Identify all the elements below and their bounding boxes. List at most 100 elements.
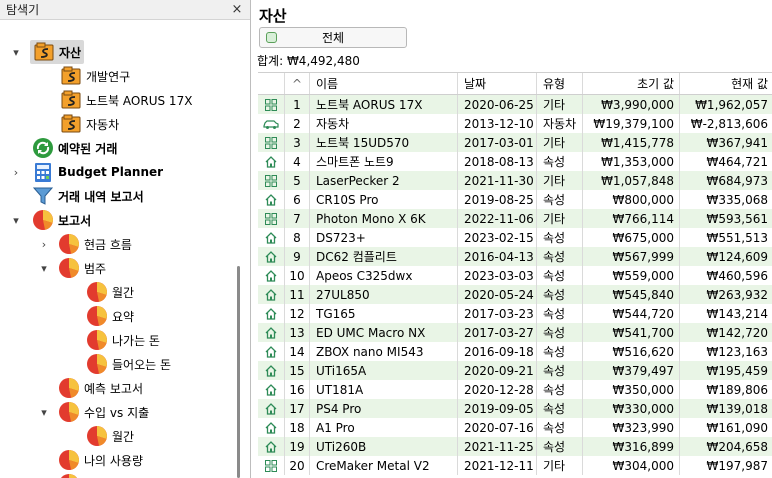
asset-name: DS723+ xyxy=(310,228,458,247)
tree-item[interactable]: 개발연구 xyxy=(60,64,130,88)
table-row[interactable]: 12 TG165 2017-03-23 속성 ₩544,720 ₩143,214 xyxy=(258,304,772,323)
tree-toggle-icon[interactable]: ▾ xyxy=(38,400,56,424)
row-asset-icon-cell xyxy=(258,361,285,380)
tree-item[interactable]: 나가는 돈 xyxy=(86,328,160,352)
asset-current-value: ₩195,459 xyxy=(706,363,769,378)
column-header-sort[interactable]: ^ xyxy=(285,73,310,94)
house-asset-icon xyxy=(265,326,277,339)
grid-asset-icon xyxy=(265,136,277,149)
asset-initial-value: ₩766,114 xyxy=(583,209,680,228)
tree-toggle-icon[interactable]: › xyxy=(10,160,28,184)
tree-item-label: 나가는 돈 xyxy=(112,333,160,348)
asset-name: 노트북 AORUS 17X xyxy=(310,95,458,114)
table-row[interactable]: 17 PS4 Pro 2019-09-05 속성 ₩330,000 ₩139,018 xyxy=(258,399,772,418)
table-row[interactable]: 13 ED UMC Macro NX 2017-03-27 속성 ₩541,700 ₩14… xyxy=(258,323,772,342)
asset-initial-value: ₩559,000 xyxy=(583,266,680,285)
asset-folder-icon xyxy=(33,41,55,63)
column-header-name[interactable]: 이름 xyxy=(310,73,458,94)
total-summary: 합계: ₩4,492,480 xyxy=(257,54,360,68)
pie-chart-icon xyxy=(58,377,80,399)
table-row[interactable]: 5 LaserPecker 2 2021-11-30 기타 ₩1,057,848 ₩684… xyxy=(258,171,772,190)
asset-type: 자동차 xyxy=(537,114,583,133)
tree-item[interactable]: 수취인 xyxy=(58,472,117,478)
tree-item[interactable]: 거래 내역 보고서 xyxy=(32,184,144,208)
row-number: 9 xyxy=(285,247,310,266)
asset-initial-value: ₩1,057,848 xyxy=(583,171,680,190)
tree-item-content: 노트북 AORUS 17X xyxy=(60,89,192,111)
tree-item[interactable]: 자동차 xyxy=(60,112,119,136)
asset-current-value: ₩142,720 xyxy=(706,325,769,340)
tree-item[interactable]: 수입 vs 지출 xyxy=(58,400,149,424)
table-row[interactable]: 6 CR10S Pro 2019-08-25 속성 ₩800,000 ₩335,068 xyxy=(258,190,772,209)
asset-date: 2021-11-25 xyxy=(458,437,537,456)
asset-current-value: ₩684,973 xyxy=(706,173,769,188)
table-row[interactable]: 20 CreMaker Metal V2 2021-12-11 기타 ₩304,000 ₩… xyxy=(258,456,772,475)
tree-item[interactable]: 현금 흐름 xyxy=(58,232,132,256)
asset-date: 2021-12-11 xyxy=(458,456,537,475)
tree-toggle-icon[interactable]: › xyxy=(38,232,56,256)
row-asset-icon-cell xyxy=(258,209,285,228)
table-row[interactable]: 15 UTi165A 2020-09-21 속성 ₩379,497 ₩195,459 xyxy=(258,361,772,380)
row-number: 7 xyxy=(285,209,310,228)
tree-toggle-icon[interactable]: ▾ xyxy=(38,256,56,280)
pie-chart-icon xyxy=(32,209,54,231)
asset-initial-value: ₩541,700 xyxy=(583,323,680,342)
assets-panel: 자산 전체 합계: ₩4,492,480 ^ 이름 날짜 유형 초기 값 현재 … xyxy=(252,0,772,478)
asset-current-value: ₩464,721 xyxy=(706,154,769,169)
tree-item[interactable]: Budget Planner xyxy=(32,160,163,184)
row-asset-icon-cell xyxy=(258,342,285,361)
tree-item[interactable]: 월간 xyxy=(86,424,134,448)
row-asset-icon-cell xyxy=(258,190,285,209)
row-asset-icon-cell xyxy=(258,323,285,342)
table-row[interactable]: 19 UTi260B 2021-11-25 속성 ₩316,899 ₩204,658 xyxy=(258,437,772,456)
table-row[interactable]: 4 스마트폰 노트9 2018-08-13 속성 ₩1,353,000 ₩464,721 xyxy=(258,152,772,171)
table-row[interactable]: 9 DC62 컴플리트 2016-04-13 속성 ₩567,999 ₩124,609 xyxy=(258,247,772,266)
table-header: ^ 이름 날짜 유형 초기 값 현재 값 xyxy=(258,73,772,95)
asset-folder-icon xyxy=(60,89,82,111)
asset-initial-value: ₩330,000 xyxy=(583,399,680,418)
table-row[interactable]: 3 노트북 15UD570 2017-03-01 기타 ₩1,415,778 ₩367,9… xyxy=(258,133,772,152)
tree-item[interactable]: 자산 xyxy=(30,40,85,64)
column-header-initial-value[interactable]: 초기 값 xyxy=(583,73,680,94)
navigator-scrollbar[interactable] xyxy=(237,266,240,478)
asset-type: 속성 xyxy=(537,418,583,437)
table-row[interactable]: 11 27UL850 2020-05-24 속성 ₩545,840 ₩263,932 xyxy=(258,285,772,304)
tree-toggle-icon[interactable]: ▾ xyxy=(10,40,28,64)
table-row[interactable]: 1 노트북 AORUS 17X 2020-06-25 기타 ₩3,990,000 ₩1,9… xyxy=(258,95,772,114)
asset-name: ZBOX nano MI543 xyxy=(310,342,458,361)
tree-item[interactable]: 나의 사용량 xyxy=(58,448,143,472)
tree-item[interactable]: 범주 xyxy=(58,256,106,280)
asset-current-value: ₩263,932 xyxy=(706,287,769,302)
column-header-type[interactable]: 유형 xyxy=(537,73,583,94)
asset-current-value: ₩143,214 xyxy=(706,306,769,321)
table-row[interactable]: 10 Apeos C325dwx 2023-03-03 속성 ₩559,000 ₩460,… xyxy=(258,266,772,285)
column-header-current-value[interactable]: 현재 값 xyxy=(680,73,772,94)
close-icon[interactable]: × xyxy=(230,2,244,17)
tree-item[interactable]: 들어오는 돈 xyxy=(86,352,171,376)
asset-type: 속성 xyxy=(537,323,583,342)
tree-item[interactable]: 월간 xyxy=(86,280,134,304)
table-row[interactable]: 8 DS723+ 2023-02-15 속성 ₩675,000 ₩551,513 xyxy=(258,228,772,247)
filter-all-button[interactable]: 전체 xyxy=(259,27,407,48)
asset-date: 2020-06-25 xyxy=(458,95,537,114)
asset-name: Photon Mono X 6K xyxy=(310,209,458,228)
assets-table: ^ 이름 날짜 유형 초기 값 현재 값 1 노트북 AORUS 17X 2020-… xyxy=(258,72,772,475)
tree-toggle-icon[interactable]: ▾ xyxy=(10,208,28,232)
table-row[interactable]: 14 ZBOX nano MI543 2016-09-18 속성 ₩516,620 ₩12… xyxy=(258,342,772,361)
asset-initial-value: ₩544,720 xyxy=(583,304,680,323)
table-row[interactable]: 2 자동차 2013-12-10 자동차 ₩19,379,100 ₩-2,813,606 xyxy=(258,114,772,133)
asset-name: 스마트폰 노트9 xyxy=(310,152,458,171)
house-asset-icon xyxy=(265,288,277,301)
table-row[interactable]: 16 UT181A 2020-12-28 속성 ₩350,000 ₩189,806 xyxy=(258,380,772,399)
tree-item[interactable]: 노트북 AORUS 17X xyxy=(60,88,192,112)
asset-current-value: ₩-2,813,606 xyxy=(690,116,768,131)
table-row[interactable]: 18 A1 Pro 2020-07-16 속성 ₩323,990 ₩161,090 xyxy=(258,418,772,437)
column-header-icon[interactable] xyxy=(258,73,285,94)
pie-chart-icon xyxy=(86,425,108,447)
column-header-date[interactable]: 날짜 xyxy=(458,73,537,94)
tree-item[interactable]: 요약 xyxy=(86,304,134,328)
tree-item[interactable]: 예측 보고서 xyxy=(58,376,143,400)
table-row[interactable]: 7 Photon Mono X 6K 2022-11-06 기타 ₩766,114 ₩59… xyxy=(258,209,772,228)
tree-item[interactable]: 보고서 xyxy=(32,208,91,232)
tree-item[interactable]: 예약된 거래 xyxy=(32,136,117,160)
